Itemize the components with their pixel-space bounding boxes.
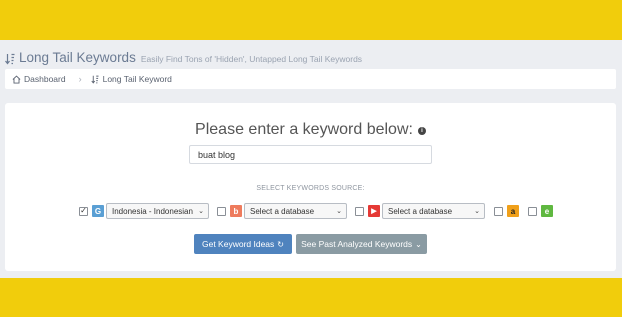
youtube-database-select[interactable]: Select a database ⌄ bbox=[382, 203, 485, 219]
keyword-input[interactable] bbox=[189, 145, 432, 164]
google-country-select[interactable]: Indonesia - Indonesian ⌄ bbox=[106, 203, 209, 219]
sources-row: ✓ G Indonesia - Indonesian ⌄ b Select a … bbox=[79, 203, 553, 219]
chevron-down-icon: ⌄ bbox=[474, 208, 480, 215]
ebay-checkbox[interactable] bbox=[528, 206, 537, 216]
see-past-keywords-button[interactable]: See Past Analyzed Keywords ⌄ bbox=[296, 234, 427, 254]
bing-checkbox[interactable] bbox=[217, 206, 226, 216]
sources-label: SELECT KEYWORDS SOURCE: bbox=[256, 185, 365, 192]
see-past-keywords-label: See Past Analyzed Keywords bbox=[301, 239, 413, 249]
bing-database-select[interactable]: Select a database ⌄ bbox=[244, 203, 347, 219]
breadcrumb-dashboard-link[interactable]: Dashboard bbox=[24, 74, 66, 84]
google-select-value: Indonesia - Indonesian bbox=[112, 206, 193, 216]
youtube-select-value: Select a database bbox=[388, 206, 453, 216]
chevron-down-icon: ⌄ bbox=[415, 239, 422, 249]
google-icon: G bbox=[92, 205, 104, 217]
sort-icon bbox=[90, 75, 99, 84]
breadcrumb-separator-icon: › bbox=[78, 74, 82, 84]
amazon-checkbox[interactable] bbox=[494, 206, 503, 216]
amazon-icon: a bbox=[507, 205, 519, 217]
info-icon[interactable]: i bbox=[417, 127, 426, 135]
prompt-text: Please enter a keyword below: bbox=[195, 121, 413, 138]
bing-select-value: Select a database bbox=[250, 206, 315, 216]
bing-icon: b bbox=[230, 205, 242, 217]
sort-icon bbox=[5, 53, 15, 65]
youtube-checkbox[interactable] bbox=[355, 206, 364, 216]
google-checkbox[interactable]: ✓ bbox=[79, 206, 88, 216]
ebay-icon: e bbox=[541, 205, 553, 217]
page-header: Long Tail Keywords Easily Find Tons of '… bbox=[5, 50, 362, 68]
get-keyword-ideas-label: Get Keyword Ideas bbox=[202, 239, 275, 249]
prompt-heading: Please enter a keyword below: i bbox=[5, 121, 616, 139]
page-subtitle: Easily Find Tons of 'Hidden', Untapped L… bbox=[140, 54, 363, 64]
chevron-down-icon: ⌄ bbox=[336, 208, 342, 215]
app-window: Long Tail Keywords Easily Find Tons of '… bbox=[0, 40, 622, 278]
get-keyword-ideas-button[interactable]: Get Keyword Ideas ↻ bbox=[194, 234, 292, 254]
chevron-down-icon: ⌄ bbox=[198, 208, 204, 215]
home-icon bbox=[12, 74, 21, 84]
refresh-icon: ↻ bbox=[277, 239, 284, 249]
youtube-icon: ▶ bbox=[368, 205, 380, 217]
page-title: Long Tail Keywords bbox=[19, 50, 136, 65]
breadcrumb: Dashboard › Long Tail Keyword bbox=[5, 69, 616, 89]
keyword-card: Please enter a keyword below: i SELECT K… bbox=[5, 103, 616, 271]
breadcrumb-current: Long Tail Keyword bbox=[102, 74, 172, 84]
